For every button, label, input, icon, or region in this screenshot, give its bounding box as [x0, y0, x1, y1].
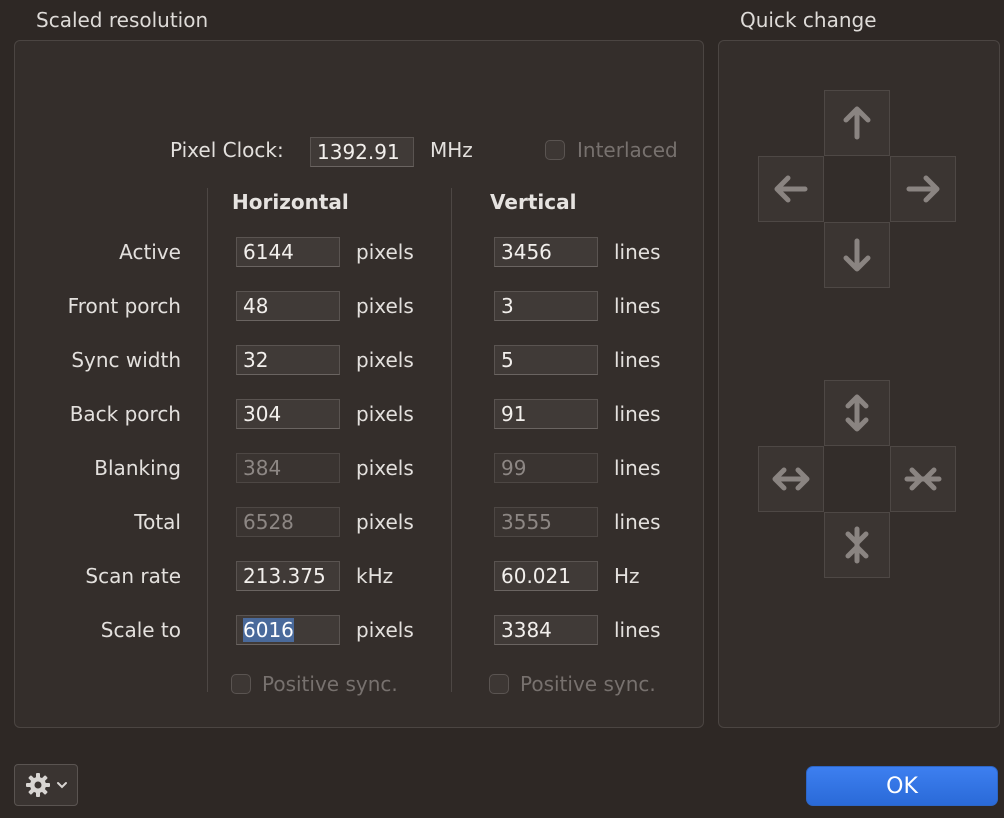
vertical-positive-sync-label: Positive sync. — [520, 672, 656, 696]
horizontal-column-separator — [207, 188, 208, 692]
expand-vertical-button[interactable] — [824, 380, 890, 446]
blanking-horizontal-unit: pixels — [356, 456, 414, 480]
shrink-vertical-icon — [845, 526, 869, 564]
row-label-back-porch: Back porch — [69, 402, 181, 426]
row-label-front-porch: Front porch — [67, 294, 181, 318]
back-porch-horizontal-unit: pixels — [356, 402, 414, 426]
back-porch-horizontal-input[interactable]: 304 — [236, 399, 340, 429]
expand-horizontal-icon — [772, 467, 810, 491]
active-vertical-unit: lines — [614, 240, 661, 264]
arrow-right-icon — [906, 175, 940, 203]
total-vertical-value: 3555 — [494, 507, 598, 537]
scaled-resolution-title: Scaled resolution — [36, 8, 209, 32]
move-left-button[interactable] — [758, 156, 824, 222]
row-label-total: Total — [134, 510, 181, 534]
ok-button[interactable]: OK — [806, 766, 998, 806]
total-horizontal-unit: pixels — [356, 510, 414, 534]
interlaced-checkbox[interactable] — [545, 140, 565, 160]
vertical-column-separator — [451, 188, 452, 692]
sync-width-horizontal-unit: pixels — [356, 348, 414, 372]
vertical-header: Vertical — [490, 190, 577, 214]
scale-to-horizontal-input[interactable]: 6016 — [236, 615, 340, 645]
arrow-down-icon — [843, 238, 871, 272]
gear-icon — [26, 773, 50, 797]
row-label-scale-to: Scale to — [100, 618, 181, 642]
shrink-horizontal-icon — [904, 467, 942, 491]
row-label-scan-rate: Scan rate — [85, 564, 181, 588]
total-vertical-unit: lines — [614, 510, 661, 534]
move-right-button[interactable] — [890, 156, 956, 222]
interlaced-label: Interlaced — [577, 138, 678, 162]
scale-to-vertical-unit: lines — [614, 618, 661, 642]
vertical-positive-sync-checkbox[interactable] — [489, 674, 509, 694]
front-porch-horizontal-input[interactable]: 48 — [236, 291, 340, 321]
front-porch-horizontal-unit: pixels — [356, 294, 414, 318]
front-porch-vertical-unit: lines — [614, 294, 661, 318]
pixel-clock-input[interactable]: 1392.91 — [310, 137, 414, 167]
active-horizontal-input[interactable]: 6144 — [236, 237, 340, 267]
arrow-up-icon — [843, 106, 871, 140]
row-label-active: Active — [119, 240, 181, 264]
shrink-horizontal-button[interactable] — [890, 446, 956, 512]
expand-horizontal-button[interactable] — [758, 446, 824, 512]
quick-change-title: Quick change — [740, 8, 877, 32]
move-pad-center — [824, 156, 890, 222]
row-label-blanking: Blanking — [94, 456, 181, 480]
blanking-vertical-unit: lines — [614, 456, 661, 480]
total-horizontal-value: 6528 — [236, 507, 340, 537]
move-down-button[interactable] — [824, 222, 890, 288]
resize-pad-center — [824, 446, 890, 512]
pixel-clock-unit: MHz — [430, 138, 473, 162]
scan-rate-vertical-unit: Hz — [614, 564, 640, 588]
front-porch-vertical-input[interactable]: 3 — [494, 291, 598, 321]
pixel-clock-label: Pixel Clock: — [170, 138, 284, 162]
scan-rate-vertical-input[interactable]: 60.021 — [494, 561, 598, 591]
expand-vertical-icon — [845, 394, 869, 432]
move-up-button[interactable] — [824, 90, 890, 156]
shrink-vertical-button[interactable] — [824, 512, 890, 578]
scale-to-vertical-input[interactable]: 3384 — [494, 615, 598, 645]
active-vertical-input[interactable]: 3456 — [494, 237, 598, 267]
settings-menu-button[interactable] — [14, 764, 78, 806]
selected-text: 6016 — [243, 618, 294, 642]
horizontal-header: Horizontal — [232, 190, 349, 214]
sync-width-vertical-input[interactable]: 5 — [494, 345, 598, 375]
scan-rate-horizontal-unit: kHz — [356, 564, 394, 588]
scan-rate-horizontal-input[interactable]: 213.375 — [236, 561, 340, 591]
chevron-down-icon — [57, 782, 67, 789]
horizontal-positive-sync-label: Positive sync. — [262, 672, 398, 696]
arrow-left-icon — [774, 175, 808, 203]
active-horizontal-unit: pixels — [356, 240, 414, 264]
back-porch-vertical-unit: lines — [614, 402, 661, 426]
sync-width-horizontal-input[interactable]: 32 — [236, 345, 340, 375]
blanking-vertical-value: 99 — [494, 453, 598, 483]
sync-width-vertical-unit: lines — [614, 348, 661, 372]
horizontal-positive-sync-checkbox[interactable] — [231, 674, 251, 694]
row-label-sync-width: Sync width — [71, 348, 181, 372]
scale-to-horizontal-unit: pixels — [356, 618, 414, 642]
blanking-horizontal-value: 384 — [236, 453, 340, 483]
back-porch-vertical-input[interactable]: 91 — [494, 399, 598, 429]
